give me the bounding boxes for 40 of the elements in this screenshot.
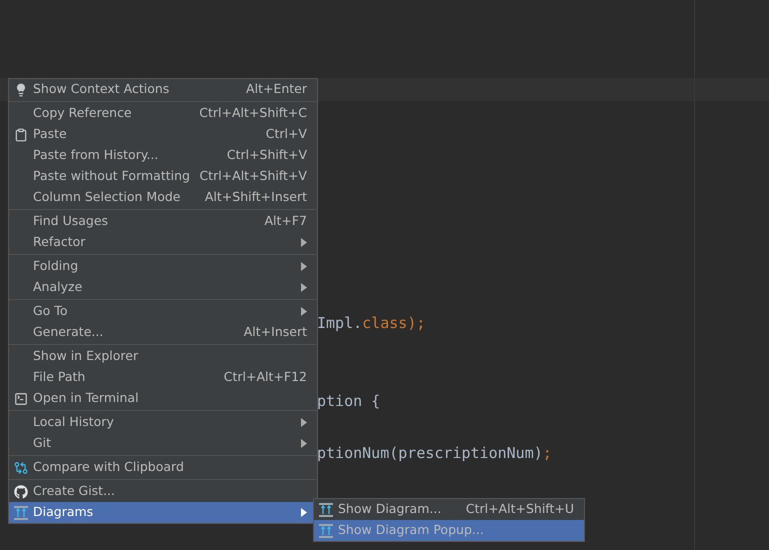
menu-item[interactable]: Copy Reference Ctrl+Alt+Shift+C	[9, 103, 317, 124]
compare-icon	[14, 460, 28, 474]
menu-item[interactable]: File Path Ctrl+Alt+F12	[9, 367, 317, 388]
menu-item[interactable]: Analyze	[9, 277, 317, 298]
menu-item[interactable]: Local History	[9, 412, 317, 433]
shortcut-label: Alt+F7	[264, 212, 307, 230]
menu-item[interactable]: Column Selection Mode Alt+Shift+Insert	[9, 187, 317, 208]
code-line: ption {	[317, 391, 382, 412]
shortcut-label: Alt+Insert	[244, 323, 307, 342]
shortcut-label: Ctrl+Alt+Shift+U	[466, 500, 574, 518]
menu-item[interactable]: Folding	[9, 256, 317, 277]
diagram-icon	[319, 502, 333, 516]
menu-item[interactable]: Go To	[9, 301, 317, 322]
shortcut-label: Alt+Enter	[246, 80, 307, 98]
menu-item[interactable]: Show Diagram... Ctrl+Alt+Shift+U	[314, 499, 584, 520]
lightbulb-icon	[14, 82, 28, 96]
menu-item[interactable]: Paste from History... Ctrl+Shift+V	[9, 145, 317, 166]
terminal-icon	[14, 392, 28, 406]
menu-item[interactable]: Find Usages Alt+F7	[9, 211, 317, 232]
code-line: Impl.class);	[317, 313, 426, 334]
menu-item[interactable]: Refactor	[9, 232, 317, 253]
diagram-icon	[319, 524, 333, 538]
menu-item[interactable]: Compare with Clipboard	[9, 457, 317, 478]
shortcut-label: Ctrl+Alt+Shift+V	[199, 167, 307, 186]
menu-item[interactable]: Git	[9, 433, 317, 454]
shortcut-label: Ctrl+Alt+F12	[224, 368, 307, 386]
shortcut-label: Alt+Shift+Insert	[204, 188, 307, 206]
menu-item[interactable]: Paste Ctrl+V	[9, 124, 317, 145]
github-icon	[14, 484, 28, 498]
menu-item[interactable]: Paste without Formatting Ctrl+Alt+Shift+V	[9, 166, 317, 187]
shortcut-label: Ctrl+Alt+Shift+C	[199, 104, 307, 122]
menu-item[interactable]: Generate... Alt+Insert	[9, 322, 317, 343]
menu-item[interactable]: Open in Terminal	[9, 388, 317, 409]
diagram-icon	[14, 506, 28, 520]
shortcut-label: Ctrl+Shift+V	[226, 146, 307, 164]
menu-item[interactable]: Create Gist...	[9, 481, 317, 502]
code-line: ptionNum(prescriptionNum);	[317, 443, 553, 464]
clipboard-icon	[14, 128, 28, 142]
shortcut-label: Ctrl+V	[266, 125, 307, 144]
menu-item[interactable]: Show in Explorer	[9, 346, 317, 367]
